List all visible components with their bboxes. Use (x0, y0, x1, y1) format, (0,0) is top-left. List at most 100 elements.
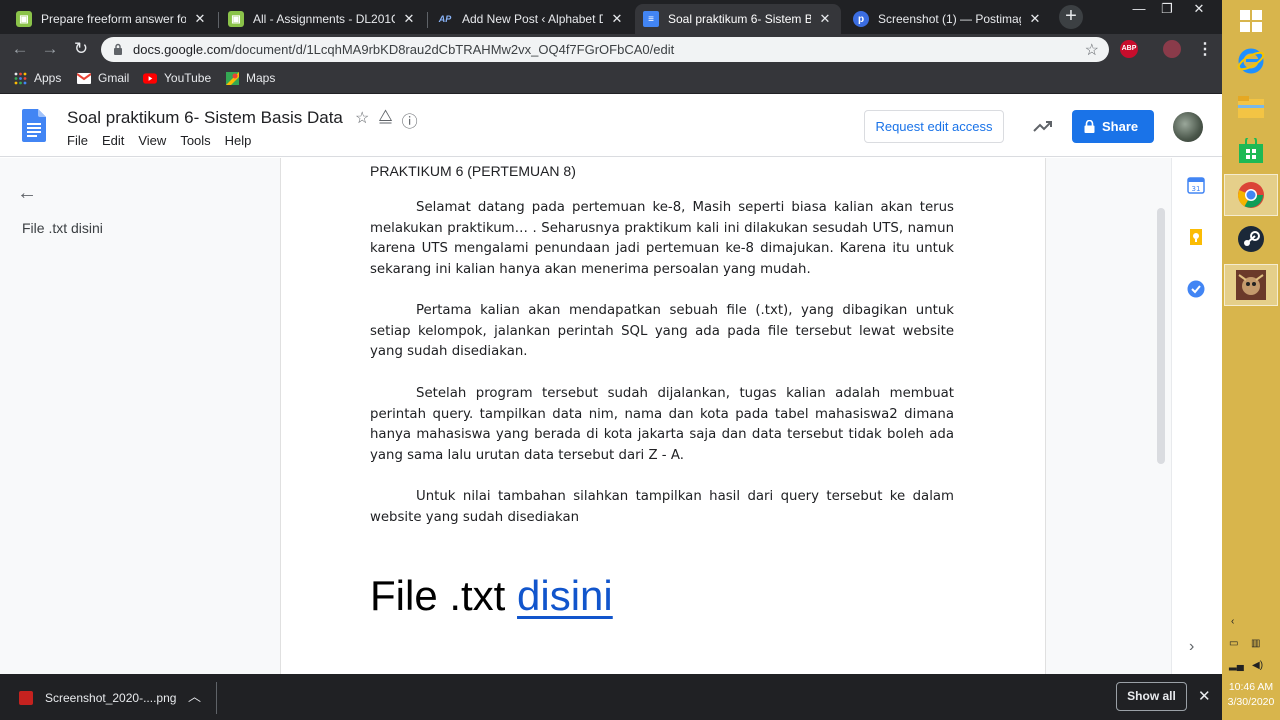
back-icon[interactable]: ← (9, 38, 31, 60)
forward-icon[interactable]: → (39, 38, 61, 60)
steam-icon[interactable] (1224, 218, 1278, 260)
disini-link[interactable]: disini (517, 572, 613, 619)
share-label: Share (1102, 119, 1139, 134)
edmodo-icon: ▣ (16, 11, 32, 27)
menu-bar: File Edit View Tools Help (67, 133, 251, 148)
apps-grid-icon (13, 71, 27, 85)
minimize-button[interactable]: — (1124, 0, 1154, 20)
avatar[interactable] (1173, 112, 1203, 142)
request-edit-access-button[interactable]: Request edit access (864, 110, 1004, 143)
bookmark-label: Gmail (98, 71, 130, 85)
paragraph-3: Setelah program tersebut sudah dijalanka… (370, 386, 954, 463)
divider (216, 682, 217, 714)
tab-title: Add New Post ‹ Alphabet Dev (462, 12, 603, 26)
internet-explorer-icon[interactable] (1224, 40, 1278, 82)
maximize-button[interactable]: ❐ (1152, 0, 1182, 20)
bookmark-label: YouTube (164, 71, 212, 85)
tab-separator (427, 12, 428, 28)
tab-title: All - Assignments - DL201C - S (253, 12, 395, 26)
lock-icon (1084, 120, 1095, 133)
close-shelf-icon[interactable]: ✕ (1198, 687, 1211, 705)
activity-trend-icon[interactable] (1033, 119, 1053, 133)
svg-text:31: 31 (1192, 185, 1201, 193)
chrome-menu-icon[interactable]: ⋮ (1197, 39, 1213, 59)
store-icon[interactable] (1224, 130, 1278, 172)
profile-extension-icon[interactable] (1163, 40, 1181, 58)
download-item[interactable]: Screenshot_2020-....png (19, 691, 176, 705)
bookmark-apps[interactable]: Apps (13, 71, 61, 85)
youtube-icon (143, 71, 157, 85)
gmail-icon (77, 71, 91, 85)
url-path: /document/d/1LcqhMA9rbKD8rau2dCbTRAHMw2v… (231, 42, 675, 57)
network-warning-icon[interactable]: ▥ (1251, 638, 1260, 649)
share-button[interactable]: Share (1072, 110, 1154, 143)
volume-icon[interactable]: ◀) (1252, 660, 1263, 671)
edmodo-icon: ▣ (228, 11, 244, 27)
tab-postimage[interactable]: p Screenshot (1) — Postimage.o ✕ (845, 4, 1051, 34)
file-explorer-icon[interactable] (1224, 86, 1278, 128)
file-link-text: File .txt (370, 572, 518, 619)
tasks-icon[interactable] (1187, 280, 1205, 298)
postimage-icon: p (853, 11, 869, 27)
chevron-right-icon[interactable]: › (1189, 638, 1194, 656)
bookmark-youtube[interactable]: YouTube (143, 71, 211, 85)
reload-icon[interactable]: ↻ (70, 38, 92, 60)
windows-start-icon[interactable] (1224, 0, 1278, 42)
keep-icon[interactable] (1187, 228, 1205, 246)
game-app-icon[interactable] (1224, 264, 1278, 306)
menu-help[interactable]: Help (225, 133, 252, 148)
tab-separator (218, 12, 219, 28)
close-tab-icon[interactable]: ✕ (401, 11, 417, 27)
menu-tools[interactable]: Tools (180, 133, 210, 148)
drive-folder-icon[interactable]: ⧋ (378, 108, 392, 132)
outline-back-icon[interactable]: ← (17, 182, 37, 205)
adblock-plus-icon[interactable]: ABP (1120, 40, 1138, 58)
bookmark-star-icon[interactable]: ☆ (1085, 40, 1099, 60)
document-heading: PRAKTIKUM 6 (PERTEMUAN 8) (370, 163, 576, 179)
chrome-icon[interactable] (1224, 174, 1278, 216)
close-tab-icon[interactable]: ✕ (817, 11, 833, 27)
star-icon[interactable]: ☆ (355, 108, 369, 132)
clock-date: 3/30/2020 (1227, 696, 1275, 708)
bookmark-maps[interactable]: Maps (225, 71, 275, 85)
vertical-scrollbar[interactable] (1157, 208, 1165, 464)
maps-icon (225, 71, 239, 85)
blogger-icon: AP (438, 14, 452, 24)
docs-header: Soal praktikum 6- Sistem Basis Data ☆ ⧋ … (0, 95, 1222, 157)
close-window-button[interactable]: ✕ (1181, 0, 1217, 20)
google-docs-logo-icon[interactable] (22, 109, 46, 142)
tab-all-assignments[interactable]: ▣ All - Assignments - DL201C - S ✕ (220, 4, 425, 34)
url-text: docs.google.com/document/d/1LcqhMA9rbKD8… (133, 42, 674, 57)
chevron-up-icon[interactable]: ︿ (188, 686, 201, 705)
image-file-icon (19, 691, 33, 705)
paragraph-1: Selamat datang pada pertemuan ke-8, Masi… (370, 200, 954, 277)
address-bar[interactable]: docs.google.com/document/d/1LcqhMA9rbKD8… (101, 37, 1109, 62)
show-all-button[interactable]: Show all (1116, 682, 1187, 711)
outline-item[interactable]: File .txt disini (22, 220, 103, 236)
menu-view[interactable]: View (138, 133, 166, 148)
tab-soal-praktikum[interactable]: ≡ Soal praktikum 6- Sistem Basis ✕ (635, 4, 841, 34)
bookmark-gmail[interactable]: Gmail (77, 71, 129, 85)
bookmark-label: Maps (246, 71, 276, 85)
document-title[interactable]: Soal praktikum 6- Sistem Basis Data (67, 108, 343, 128)
signal-icon[interactable]: ▂▄ (1229, 660, 1244, 671)
menu-file[interactable]: File (67, 133, 88, 148)
tab-title: Soal praktikum 6- Sistem Basis (668, 12, 811, 26)
close-tab-icon[interactable]: ✕ (609, 11, 625, 27)
download-filename: Screenshot_2020-....png (45, 691, 177, 705)
menu-edit[interactable]: Edit (102, 133, 124, 148)
close-tab-icon[interactable]: ✕ (1027, 11, 1043, 27)
paragraph-2: Pertama kalian akan mendapatkan sebuah f… (370, 303, 954, 360)
tab-add-new-post[interactable]: AP Add New Post ‹ Alphabet Dev ✕ (429, 4, 633, 34)
calendar-icon[interactable]: 31 (1187, 176, 1205, 194)
info-icon[interactable]: ⓘ (402, 108, 418, 132)
system-clock[interactable]: 10:46 AM 3/30/2020 (1222, 680, 1280, 710)
new-tab-button[interactable]: + (1059, 5, 1083, 29)
bookmark-label: Apps (34, 71, 62, 85)
chevron-left-icon[interactable]: ‹ (1231, 616, 1234, 627)
close-tab-icon[interactable]: ✕ (192, 11, 208, 27)
tab-prepare-freeform[interactable]: ▣ Prepare freeform answer for A ✕ (8, 4, 216, 34)
battery-icon[interactable]: ▭ (1229, 638, 1238, 649)
chrome-window: ▣ Prepare freeform answer for A ✕ ▣ All … (0, 0, 1222, 674)
paragraph-4: Untuk nilai tambahan silahkan tampilkan … (370, 489, 954, 525)
